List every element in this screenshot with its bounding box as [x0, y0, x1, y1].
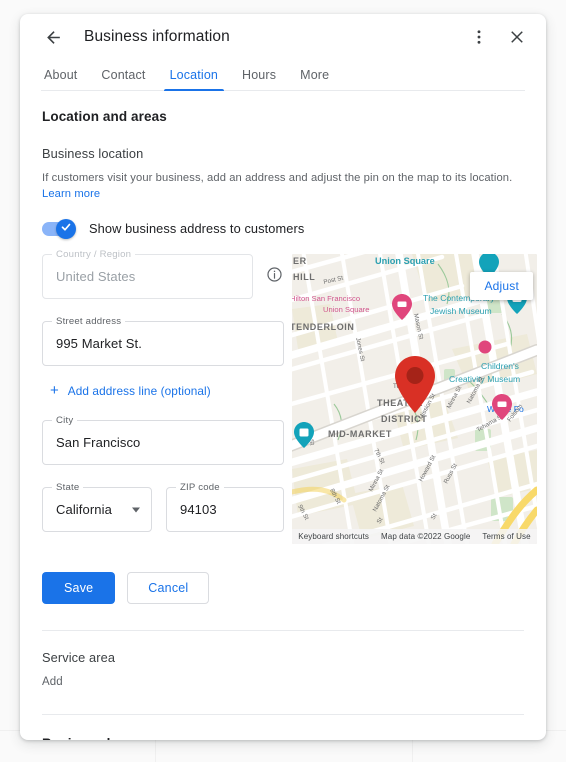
business-location-heading: Business location [42, 146, 144, 161]
map-attribution: Map data ©2022 Google [381, 532, 471, 542]
page-title: Business information [84, 28, 230, 45]
add-address-line-button[interactable]: + Add address line (optional) [50, 383, 284, 398]
section-divider-2 [42, 714, 524, 716]
terms-of-use-link[interactable]: Terms of Use [482, 532, 530, 541]
location-map[interactable]: ER HILL Post St Union Square Hilton San … [292, 254, 537, 545]
dialog-body: Location and areas Business location If … [20, 91, 546, 740]
city-field[interactable]: City [42, 415, 284, 466]
adjust-map-button[interactable]: Adjust [470, 272, 533, 301]
toggle-knob [56, 218, 76, 239]
map-label-mid-market: MID-MARKET [328, 429, 392, 439]
city-input[interactable] [56, 435, 270, 451]
add-address-line-label: Add address line (optional) [67, 383, 211, 398]
zip-code-field[interactable]: ZIP code [166, 482, 356, 533]
state-select[interactable]: State [42, 482, 232, 533]
more-vert-icon [470, 28, 488, 46]
dialog-header: Business information [20, 14, 546, 60]
header-actions [464, 22, 532, 52]
map-label-hilton-2: Union Square [323, 305, 369, 314]
tab-hours[interactable]: Hours [230, 68, 288, 91]
map-label-tenderloin: TENDERLOIN [292, 322, 355, 332]
zip-code-label: ZIP code [176, 482, 224, 494]
map-column: ER HILL Post St Union Square Hilton San … [292, 254, 537, 545]
tab-about[interactable]: About [32, 68, 89, 91]
business-information-dialog: Business information About Contact Locat… [20, 14, 546, 740]
close-button[interactable] [502, 22, 532, 52]
show-business-address-label: Show business address to customers [89, 221, 305, 237]
keyboard-shortcuts-link[interactable]: Keyboard shortcuts [298, 532, 369, 541]
state-zip-row: State ZIP code [42, 482, 356, 533]
tab-contact[interactable]: Contact [89, 68, 157, 91]
street-address-field[interactable]: Street address [42, 316, 284, 367]
address-form-and-map: Country / Region United States Street ad… [42, 249, 537, 545]
map-footer: Keyboard shortcuts Map data ©2022 Google… [292, 529, 537, 545]
arrow-back-icon [44, 28, 63, 47]
street-address-input[interactable] [56, 336, 270, 352]
country-row: Country / Region [42, 249, 284, 300]
country-region-input [56, 269, 239, 285]
chevron-down-icon[interactable] [132, 507, 140, 513]
back-button[interactable] [38, 22, 68, 52]
tab-bar: About Contact Location Hours More [20, 60, 546, 91]
street-address-label: Street address [52, 316, 126, 328]
address-form: Country / Region United States Street ad… [42, 249, 356, 533]
close-icon [508, 28, 526, 46]
helper-text: If customers visit your business, add an… [42, 172, 513, 184]
cancel-button[interactable]: Cancel [127, 572, 210, 605]
plus-icon: + [50, 382, 59, 400]
info-outline-icon [266, 266, 283, 288]
map-poi-pink-pin-2 [478, 340, 492, 354]
country-region-field: Country / Region [42, 249, 253, 300]
more-options-button[interactable] [464, 22, 494, 52]
map-label-union-square: Union Square [375, 256, 435, 266]
map-label-nob-hill-1: ER [293, 256, 307, 266]
show-business-address-toggle[interactable] [42, 218, 76, 239]
check-icon [60, 220, 72, 238]
save-button[interactable]: Save [42, 572, 116, 605]
country-region-label: Country / Region [52, 249, 136, 261]
state-label: State [52, 482, 84, 494]
form-actions: Save Cancel [42, 572, 524, 605]
show-address-toggle-row: Show business address to customers [42, 218, 524, 239]
map-label-contemporary-2: Jewish Museum [430, 306, 492, 316]
business-location-helper-text: If customers visit your business, add an… [42, 170, 524, 202]
map-label-nob-hill-2: HILL [293, 272, 315, 282]
map-label-hilton-1: Hilton San Francisco [292, 294, 360, 303]
country-info-button[interactable] [264, 267, 284, 287]
service-area-heading: Service area [42, 650, 116, 666]
city-label: City [52, 415, 78, 427]
map-label-childrens-1: Children's [481, 361, 519, 371]
service-area-add-link[interactable]: Add [42, 676, 524, 688]
business-hours-heading: Business hours [42, 736, 524, 740]
section-divider-1 [42, 630, 524, 632]
tab-location[interactable]: Location [158, 68, 230, 91]
learn-more-link[interactable]: Learn more [42, 188, 100, 200]
section-title-location-and-areas: Location and areas [42, 109, 167, 124]
tab-more[interactable]: More [288, 68, 341, 91]
